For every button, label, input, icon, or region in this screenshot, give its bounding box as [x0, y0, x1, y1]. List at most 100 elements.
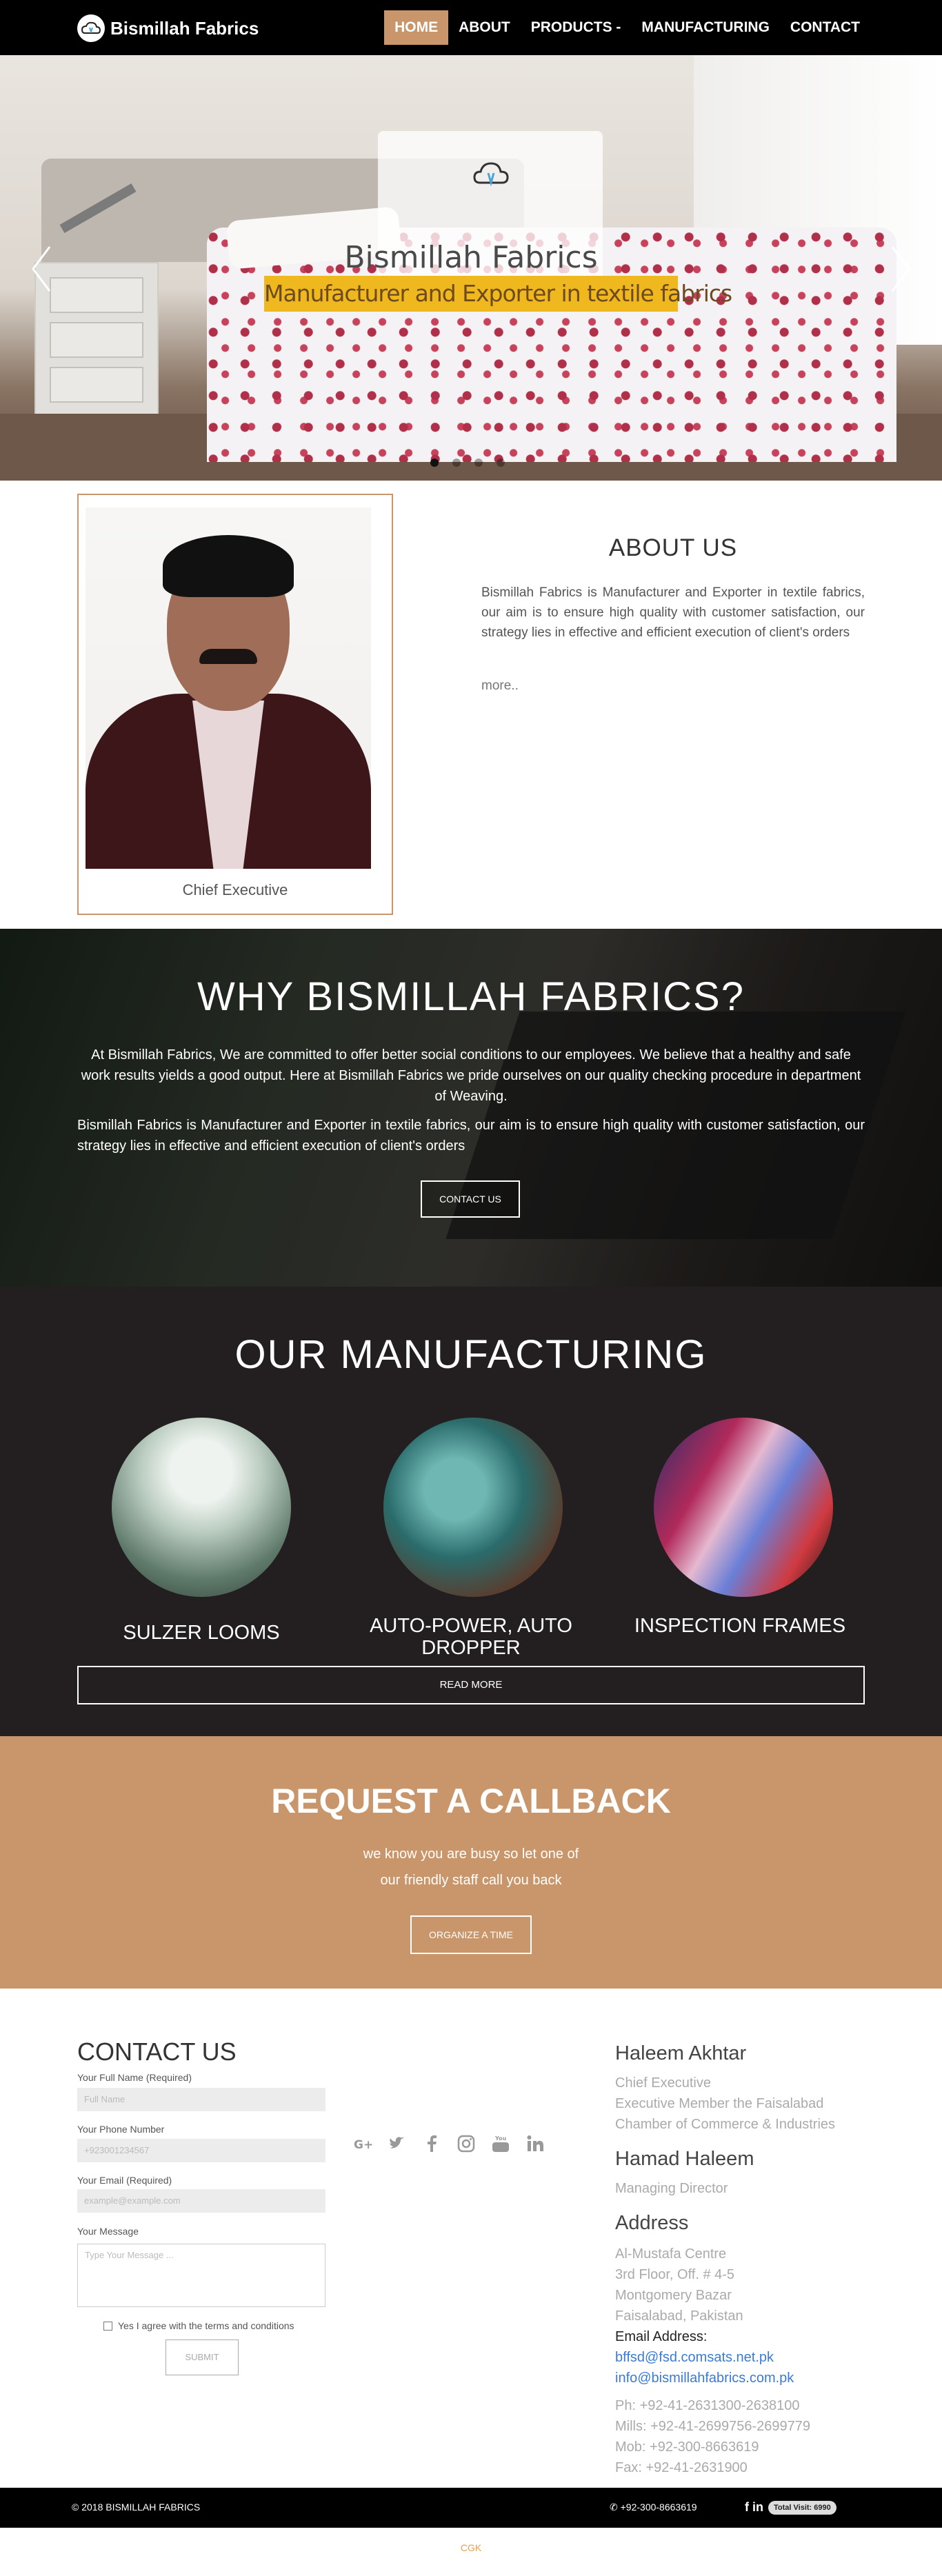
- address-line: Faisalabad, Pakistan: [615, 2308, 743, 2324]
- address-line: Al-Mustafa Centre: [615, 2246, 727, 2262]
- organize-time-button[interactable]: ORGANIZE A TIME: [410, 1915, 532, 1954]
- why-title: WHY BISMILLAH FABRICS?: [197, 974, 745, 1019]
- hero-drawer: [50, 367, 143, 403]
- hero-slider: Bismillah Fabrics Manufacturer and Expor…: [0, 55, 942, 481]
- google-plus-icon[interactable]: G+: [353, 2134, 373, 2153]
- hero-drawer: [50, 277, 143, 313]
- nav-products[interactable]: PRODUCTS -: [521, 10, 632, 45]
- photo-mustache: [199, 649, 257, 664]
- photo-hair: [163, 535, 294, 597]
- email-heading: Email Address:: [615, 2329, 708, 2344]
- brand[interactable]: Bismillah Fabrics: [77, 14, 259, 42]
- sulzer-looms-image[interactable]: [112, 1418, 291, 1597]
- nav-manufacturing[interactable]: MANUFACTURING: [631, 10, 779, 45]
- slider-dot[interactable]: [474, 459, 483, 467]
- manufacturing-title: OUR MANUFACTURING: [234, 1332, 708, 1377]
- footer: © 2018 BISMILLAH FABRICS ✆ +92-300-86636…: [0, 2488, 942, 2528]
- slider-dot[interactable]: [452, 459, 461, 467]
- message-label: Your Message: [77, 2226, 139, 2237]
- ceo-caption: Chief Executive: [182, 881, 288, 898]
- about-more-link[interactable]: more..: [481, 678, 519, 694]
- message-textarea[interactable]: Type Your Message ...: [77, 2244, 325, 2307]
- manufacturing-label: SULZER LOOMS: [123, 1622, 280, 1644]
- callback-line: our friendly staff call you back: [380, 1873, 562, 1888]
- footer-phone[interactable]: ✆ +92-300-8663619: [610, 2502, 697, 2513]
- visit-counter: Total Visit: 6990: [768, 2501, 836, 2515]
- hero-subtitle: Manufacturer and Exporter in textile fab…: [264, 280, 732, 307]
- contact-title: CONTACT US: [77, 2037, 237, 2066]
- svg-text:G+: G+: [354, 2138, 372, 2152]
- person-name: Haleem Akhtar: [615, 2042, 747, 2064]
- phone-line: Ph: +92-41-2631300-2638100: [615, 2398, 800, 2413]
- full-name-input[interactable]: Full Name: [77, 2088, 325, 2111]
- phone-icon: ✆: [610, 2502, 621, 2513]
- email-link[interactable]: info@bismillahfabrics.com.pk: [615, 2371, 794, 2386]
- svg-text:You: You: [494, 2135, 507, 2142]
- why-section: WHY BISMILLAH FABRICS? At Bismillah Fabr…: [0, 929, 942, 1287]
- terms-label: Yes I agree with the terms and condition…: [118, 2320, 294, 2331]
- read-more-button[interactable]: READ MORE: [77, 1666, 865, 1704]
- manufacturing-section: OUR MANUFACTURING SULZER LOOMS AUTO-POWE…: [0, 1287, 942, 1736]
- ceo-card: Chief Executive: [77, 494, 393, 915]
- terms-checkbox[interactable]: [103, 2321, 112, 2331]
- auto-power-image[interactable]: [383, 1418, 563, 1597]
- slider-prev-icon[interactable]: [28, 241, 55, 296]
- callback-section: REQUEST A CALLBACK we know you are busy …: [0, 1736, 942, 1989]
- person-title: Managing Director: [615, 2181, 728, 2196]
- brand-logo-icon: [77, 14, 105, 42]
- email-label: Your Email (Required): [77, 2175, 172, 2186]
- address-title: Address: [615, 2212, 689, 2234]
- footer-social-links[interactable]: f in: [745, 2500, 763, 2515]
- contact-us-button[interactable]: CONTACT US: [421, 1180, 520, 1218]
- email-link[interactable]: bffsd@fsd.comsats.net.pk: [615, 2350, 774, 2366]
- slider-dot[interactable]: [497, 459, 505, 467]
- email-input[interactable]: example@example.com: [77, 2189, 325, 2213]
- hero-drawer: [50, 322, 143, 358]
- slider-dot[interactable]: [430, 459, 439, 467]
- phone-input[interactable]: +923001234567: [77, 2139, 325, 2162]
- brand-name: Bismillah Fabrics: [110, 17, 259, 39]
- phone-line: Mills: +92-41-2699756-2699779: [615, 2419, 810, 2434]
- manufacturing-label: INSPECTION FRAMES: [634, 1615, 846, 1637]
- address-line: Montgomery Bazar: [615, 2288, 732, 2303]
- hero-subtitle-banner: Manufacturer and Exporter in textile fab…: [264, 276, 732, 312]
- person-title: Chief Executive: [615, 2075, 711, 2091]
- phone-line: Mob: +92-300-8663619: [615, 2439, 759, 2455]
- manufacturing-label: AUTO-POWER, AUTO DROPPER: [370, 1615, 572, 1659]
- address-line: 3rd Floor, Off. # 4-5: [615, 2267, 735, 2282]
- instagram-icon[interactable]: [457, 2134, 476, 2153]
- slider-next-icon[interactable]: [887, 241, 914, 296]
- main-menu: HOME ABOUT PRODUCTS - MANUFACTURING CONT…: [384, 10, 870, 45]
- hero-title: Bismillah Fabrics: [344, 240, 598, 275]
- copyright: © 2018 BISMILLAH FABRICS: [72, 2502, 201, 2513]
- nav-home[interactable]: HOME: [384, 10, 449, 45]
- person-role: Executive Member the Faisalabad: [615, 2096, 824, 2111]
- full-name-label: Your Full Name (Required): [77, 2072, 192, 2083]
- youtube-icon[interactable]: You: [491, 2134, 510, 2153]
- ceo-photo: [86, 507, 371, 869]
- navbar: Bismillah Fabrics HOME ABOUT PRODUCTS - …: [0, 0, 942, 55]
- facebook-icon[interactable]: [422, 2134, 441, 2153]
- slider-dots: [430, 459, 519, 467]
- callback-line: we know you are busy so let one of: [363, 1847, 579, 1862]
- inspection-frames-image[interactable]: [654, 1418, 833, 1597]
- social-links: G+ You: [353, 2134, 560, 2153]
- twitter-icon[interactable]: [388, 2134, 407, 2153]
- about-title: ABOUT US: [608, 534, 738, 561]
- submit-button[interactable]: SUBMIT: [166, 2339, 239, 2375]
- linkedin-icon[interactable]: [525, 2134, 545, 2153]
- why-paragraph-2: Bismillah Fabrics is Manufacturer and Ex…: [77, 1118, 865, 1154]
- terms-checkbox-row[interactable]: Yes I agree with the terms and condition…: [103, 2320, 294, 2331]
- phone-line: Fax: +92-41-2631900: [615, 2460, 748, 2475]
- credit-link[interactable]: CGK: [0, 2542, 942, 2553]
- nav-about[interactable]: ABOUT: [448, 10, 521, 45]
- person-role: Chamber of Commerce & Industries: [615, 2117, 836, 2132]
- nav-contact[interactable]: CONTACT: [780, 10, 870, 45]
- why-paragraph-1: At Bismillah Fabrics, We are committed t…: [81, 1047, 861, 1104]
- callback-title: REQUEST A CALLBACK: [271, 1782, 671, 1820]
- footer-phone-number: +92-300-8663619: [620, 2502, 697, 2513]
- person-name: Hamad Haleem: [615, 2148, 754, 2170]
- phone-label: Your Phone Number: [77, 2124, 165, 2135]
- cloud-logo-icon: [473, 162, 509, 187]
- about-text: Bismillah Fabrics is Manufacturer and Ex…: [481, 585, 865, 640]
